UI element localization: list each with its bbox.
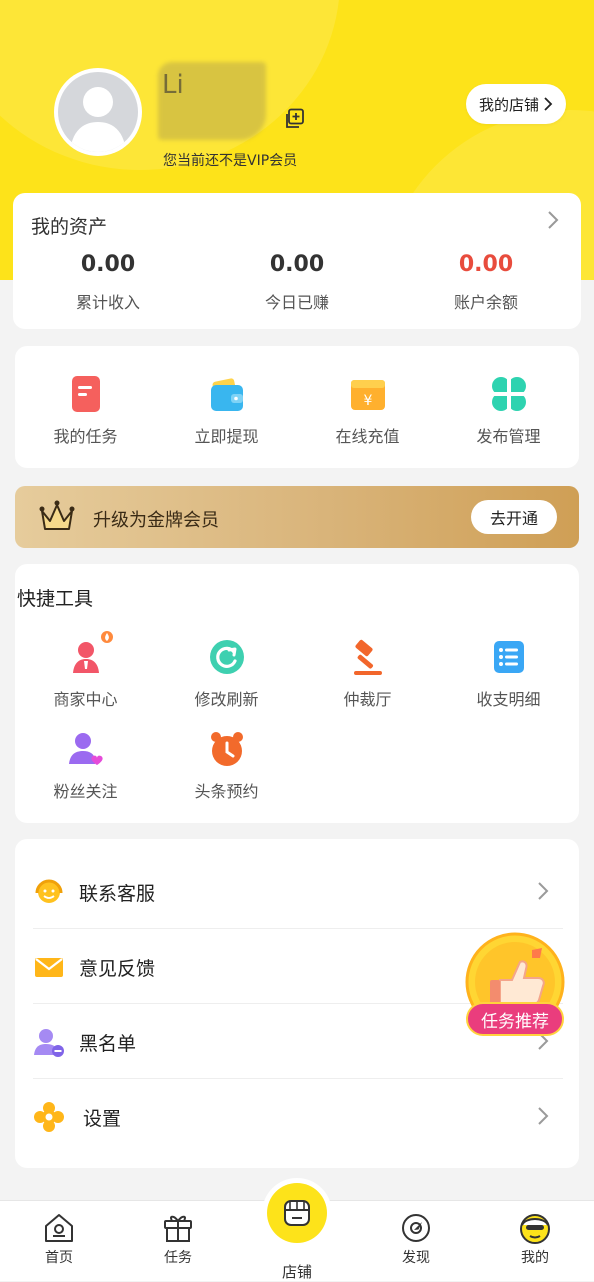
tool-label: 收支明细	[476, 690, 541, 709]
tool-label: 粉丝关注	[53, 782, 118, 801]
publish-manage-button[interactable]: 发布管理	[438, 374, 579, 447]
refresh-icon	[207, 637, 247, 677]
stat-label: 账户余额	[453, 293, 518, 312]
menu-row-settings[interactable]: 设置	[33, 1079, 563, 1153]
chevron-right-icon	[544, 97, 553, 111]
chevron-right-icon[interactable]	[547, 210, 559, 230]
alarm-clock-icon	[207, 729, 247, 769]
tab-tasks[interactable]: 任务	[138, 1201, 218, 1267]
merchant-center-button[interactable]: 商家中心	[15, 631, 156, 710]
gavel-icon	[348, 637, 388, 677]
tab-label: 任务	[164, 1250, 192, 1266]
menu-label: 黑名单	[79, 1033, 137, 1055]
arbitration-button[interactable]: 仲裁厅	[297, 637, 438, 710]
copy-icon[interactable]	[283, 108, 305, 130]
gift-box-icon	[164, 1215, 192, 1242]
account-balance-stat: 0.00 账户余额	[391, 251, 581, 313]
tab-label: 我的	[521, 1250, 549, 1266]
assets-title: 我的资产	[31, 216, 108, 238]
today-earned-stat: 0.00 今日已赚	[202, 251, 392, 313]
default-avatar-icon	[70, 87, 126, 152]
list-icon	[489, 637, 529, 677]
avatar[interactable]	[54, 68, 142, 156]
recharge-button[interactable]: ¥ 在线充值	[297, 374, 438, 447]
hot-fire-icon	[100, 631, 113, 643]
yuan-card-icon: ¥	[348, 374, 388, 414]
my-shop-label: 我的店铺	[478, 95, 539, 114]
chevron-right-icon	[538, 882, 549, 900]
stat-value: 0.00	[269, 252, 325, 277]
withdraw-button[interactable]: 立即提现	[156, 374, 297, 447]
home-icon	[45, 1214, 73, 1242]
shop-icon	[284, 1200, 310, 1226]
tool-label: 商家中心	[53, 690, 118, 709]
my-shop-button[interactable]: 我的店铺	[466, 84, 566, 124]
tab-label: 首页	[45, 1250, 73, 1266]
tab-discover[interactable]: 发现	[376, 1201, 456, 1267]
shortcut-tools-card: 快捷工具 商家中心 修改刷新 仲裁厅 收支明细 粉丝关注 头条预约	[15, 564, 579, 823]
tools-title: 快捷工具	[17, 588, 94, 610]
profile-face-icon	[520, 1214, 550, 1244]
menu-row-customer-service[interactable]: 联系客服	[33, 854, 563, 929]
menu-label: 意见反馈	[79, 958, 156, 980]
fans-icon	[66, 729, 106, 769]
stat-value: 0.00	[458, 252, 514, 277]
menu-label: 联系客服	[79, 883, 156, 905]
svg-text:¥: ¥	[363, 393, 372, 409]
tab-shop-label-wrap[interactable]: 店铺	[257, 1261, 337, 1282]
compass-icon	[402, 1214, 430, 1242]
wallet-icon	[207, 374, 247, 414]
tab-shop[interactable]	[262, 1178, 332, 1248]
settings-flower-icon	[34, 1102, 64, 1132]
tab-home[interactable]: 首页	[19, 1201, 99, 1267]
income-detail-button[interactable]: 收支明细	[438, 637, 579, 710]
upgrade-banner[interactable]: 升级为金牌会员 去开通	[15, 486, 579, 548]
customer-service-icon	[35, 879, 63, 903]
assets-card[interactable]: 我的资产 0.00 累计收入 0.00 今日已赚 0.00 账户余额	[13, 193, 581, 329]
tool-label: 修改刷新	[194, 690, 259, 709]
headline-booking-button[interactable]: 头条预约	[156, 729, 297, 802]
modify-refresh-button[interactable]: 修改刷新	[156, 637, 297, 710]
tab-label: 发现	[402, 1250, 430, 1266]
activate-button[interactable]: 去开通	[471, 500, 557, 534]
task-recommend-label: 任务推荐	[466, 1002, 564, 1036]
crown-icon	[39, 500, 75, 530]
quick-action-label: 发布管理	[476, 427, 541, 446]
tab-mine[interactable]: 我的	[495, 1201, 575, 1267]
quick-action-label: 在线充值	[335, 427, 400, 446]
vip-status-text: 您当前还不是VIP会员	[163, 153, 298, 169]
my-tasks-button[interactable]: 我的任务	[15, 374, 156, 447]
quick-action-label: 我的任务	[53, 427, 118, 446]
clover-grid-icon	[489, 374, 529, 414]
tool-label: 仲裁厅	[343, 690, 392, 709]
chevron-right-icon	[538, 1107, 549, 1125]
stat-label: 今日已赚	[264, 293, 329, 312]
total-income-stat: 0.00 累计收入	[13, 251, 203, 313]
fans-follow-button[interactable]: 粉丝关注	[15, 729, 156, 802]
menu-label: 设置	[83, 1108, 122, 1130]
merchant-icon	[66, 631, 113, 677]
blacklist-user-icon	[34, 1029, 64, 1057]
envelope-icon	[35, 958, 63, 977]
tab-label: 店铺	[281, 1263, 312, 1281]
tool-label: 头条预约	[194, 782, 259, 801]
stat-label: 累计收入	[75, 293, 140, 312]
quick-actions-card: 我的任务 立即提现 ¥ 在线充值 发布管理	[15, 346, 579, 468]
quick-action-label: 立即提现	[194, 427, 259, 446]
task-note-icon	[66, 374, 106, 414]
task-recommend-float-button[interactable]: 任务推荐	[462, 930, 568, 1046]
upgrade-text: 升级为金牌会员	[93, 510, 219, 531]
stat-value: 0.00	[80, 252, 136, 277]
redacted-name-overlay	[158, 62, 266, 140]
